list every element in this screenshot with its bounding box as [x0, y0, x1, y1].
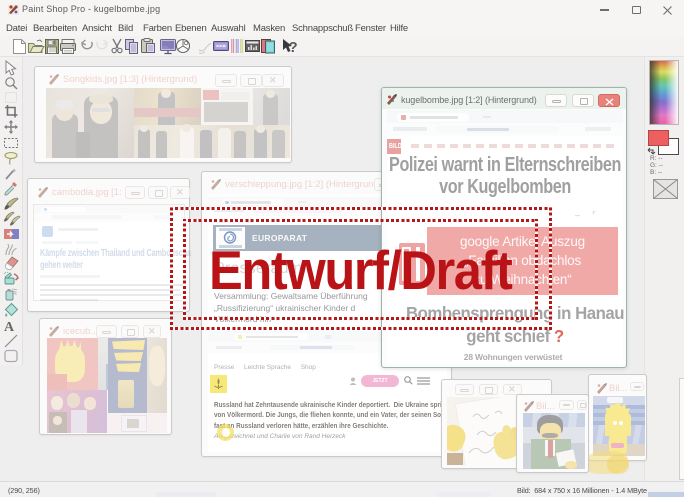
svg-text:?: ? — [289, 39, 298, 56]
svg-text:A: A — [4, 320, 15, 335]
